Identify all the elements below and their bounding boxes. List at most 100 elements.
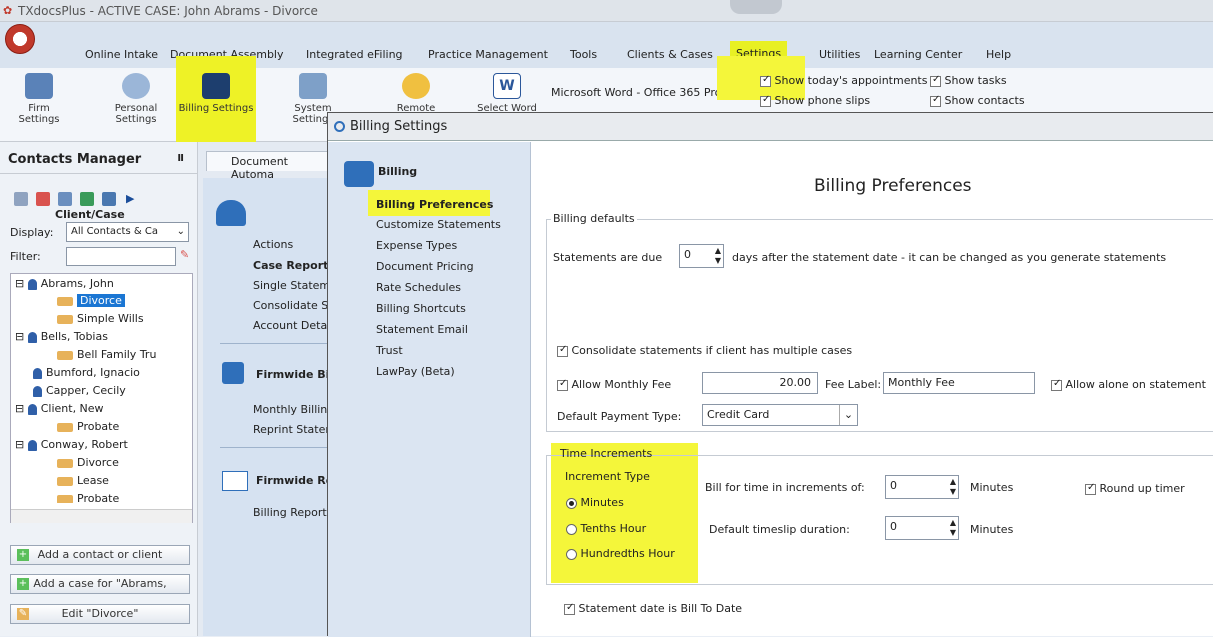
notes-icon[interactable] <box>102 192 116 206</box>
billing-defaults-label: Billing defaults <box>551 212 637 225</box>
stepper-arrows-icon[interactable]: ▲ ▼ <box>950 477 956 497</box>
consolidate-checkbox[interactable]: Consolidate statements if client has mul… <box>557 344 852 357</box>
statements-due-label: Statements are due <box>553 251 663 264</box>
contacts-header: Contacts Manager Ⅱ <box>0 152 198 174</box>
nav-expense-types[interactable]: Expense Types <box>376 239 457 252</box>
nav-lawpay[interactable]: LawPay (Beta) <box>376 365 455 378</box>
menu-billing-report[interactable]: Billing Report <box>253 506 327 519</box>
round-up-checkbox[interactable]: Round up timer <box>1085 482 1185 495</box>
statements-due-stepper[interactable]: 0 ▲ ▼ <box>679 244 724 268</box>
menu-case-reports[interactable]: Case Reports <box>253 259 335 272</box>
tree-case[interactable]: Probate <box>57 419 119 435</box>
nav-customize-statements[interactable]: Customize Statements <box>376 218 501 231</box>
billing-nav: Billing Billing Preferences Customize St… <box>328 142 531 637</box>
stepper-arrows-icon[interactable]: ▲ ▼ <box>715 246 721 266</box>
menu-integrated-efiling[interactable]: Integrated eFiling <box>303 46 406 64</box>
add-case-button[interactable]: + Add a case for "Abrams, <box>10 574 190 594</box>
menu-learning-center[interactable]: Learning Center <box>871 46 965 64</box>
menu-account-details[interactable]: Account Deta <box>253 319 327 332</box>
radio-tenths-hour[interactable]: Tenths Hour <box>566 522 646 535</box>
tree-case[interactable]: Probate <box>57 491 119 503</box>
allow-alone-checkbox[interactable]: Allow alone on statement <box>1051 378 1206 391</box>
stepper-arrows-icon[interactable]: ▲ ▼ <box>950 518 956 538</box>
client-icon <box>216 200 246 226</box>
menu-single-statement[interactable]: Single Statem <box>253 279 330 292</box>
menu-monthly-billing[interactable]: Monthly Billin <box>253 403 327 416</box>
radio-minutes[interactable]: Minutes <box>566 496 624 509</box>
menu-online-intake[interactable]: Online Intake <box>82 46 161 64</box>
clock-icon[interactable] <box>14 192 28 206</box>
word-icon: W <box>493 73 521 99</box>
show-appointments-checkbox[interactable]: Show today's appointments <box>760 74 927 87</box>
pin-icon[interactable]: Ⅱ <box>177 153 184 164</box>
statements-due-suffix: days after the statement date - it can b… <box>732 251 1167 264</box>
minutes-label: Minutes <box>970 523 1014 536</box>
tree-case[interactable]: Divorce <box>57 455 119 471</box>
firmwide-reports-heading: Firmwide Re <box>256 474 334 487</box>
nav-document-pricing[interactable]: Document Pricing <box>376 260 474 273</box>
nav-statement-email[interactable]: Statement Email <box>376 323 468 336</box>
phone-icon[interactable] <box>80 192 94 206</box>
window-title: TXdocsPlus - ACTIVE CASE: John Abrams - … <box>18 4 318 18</box>
gears-icon <box>299 73 327 99</box>
tree-case[interactable]: Lease <box>57 473 109 489</box>
default-duration-stepper[interactable]: 0 ▲ ▼ <box>885 516 959 540</box>
tree-case[interactable]: Bell Family Tru <box>57 347 156 363</box>
dollar-icon[interactable] <box>36 192 50 206</box>
person-icon <box>122 73 150 99</box>
fee-label-input[interactable]: Monthly Fee <box>883 372 1035 394</box>
menu-practice-management[interactable]: Practice Management <box>425 46 551 64</box>
nav-billing-preferences[interactable]: Billing Preferences <box>372 197 497 212</box>
time-increments-label: Time Increments <box>560 447 653 460</box>
tree-case[interactable]: Divorce <box>57 293 125 309</box>
menu-consolidate[interactable]: Consolidate S <box>253 299 328 312</box>
payment-type-select[interactable]: Credit Card ⌄ <box>702 404 858 426</box>
radio-hundredths-hour[interactable]: Hundredths Hour <box>566 547 675 560</box>
menu-actions[interactable]: Actions <box>253 238 293 251</box>
horizontal-scrollbar[interactable] <box>11 509 192 523</box>
billing-settings-button[interactable]: Billing Settings <box>176 56 256 146</box>
database-icon <box>402 73 430 99</box>
menu-utilities[interactable]: Utilities <box>816 46 863 64</box>
tab-document-automation[interactable]: Document Automa <box>206 151 331 181</box>
nav-billing-shortcuts[interactable]: Billing Shortcuts <box>376 302 466 315</box>
tree-person[interactable]: ⊟ Bells, Tobias <box>15 329 108 345</box>
tree-person[interactable]: ⊟ Abrams, John <box>15 276 114 292</box>
plus-icon: + <box>17 549 29 561</box>
app-menu-button[interactable] <box>5 24 35 54</box>
play-icon[interactable]: ▶ <box>126 192 134 205</box>
menu-tools[interactable]: Tools <box>567 46 600 64</box>
tree-person[interactable]: Bumford, Ignacio <box>33 365 140 381</box>
app-logo-icon: ✿ <box>3 4 13 17</box>
personal-settings-button[interactable]: Personal Settings <box>105 70 167 138</box>
nav-trust[interactable]: Trust <box>376 344 403 357</box>
firm-settings-button[interactable]: Firm Settings <box>8 70 70 138</box>
nav-rate-schedules[interactable]: Rate Schedules <box>376 281 461 294</box>
calendar-icon[interactable] <box>58 192 72 206</box>
monthly-fee-input[interactable]: 20.00 <box>702 372 818 394</box>
payment-type-label: Default Payment Type: <box>557 410 682 423</box>
display-select[interactable]: All Contacts & Ca ⌄ <box>66 222 189 242</box>
tree-case[interactable]: Simple Wills <box>57 311 144 327</box>
increment-type-label: Increment Type <box>565 470 650 483</box>
eraser-icon[interactable]: ✎ <box>180 248 189 261</box>
menu-reprint-statements[interactable]: Reprint Stater <box>253 423 330 436</box>
tree-person[interactable]: ⊟ Conway, Robert <box>15 437 128 453</box>
statement-date-checkbox[interactable]: Statement date is Bill To Date <box>564 602 742 615</box>
add-contact-button[interactable]: + Add a contact or client <box>10 545 190 565</box>
bill-increments-label: Bill for time in increments of: <box>705 481 865 494</box>
menu-help[interactable]: Help <box>983 46 1014 64</box>
bill-increments-stepper[interactable]: 0 ▲ ▼ <box>885 475 959 499</box>
tree-person[interactable]: Capper, Cecily <box>33 383 126 399</box>
menu-clients-cases[interactable]: Clients & Cases <box>624 46 716 64</box>
dialog-titlebar: Billing Settings <box>328 113 1213 141</box>
edit-case-button[interactable]: ✎ Edit "Divorce" <box>10 604 190 624</box>
show-contacts-checkbox[interactable]: Show contacts <box>930 94 1025 107</box>
filter-input[interactable] <box>66 247 176 266</box>
title-bar: ✿ TXdocsPlus - ACTIVE CASE: John Abrams … <box>0 0 1213 22</box>
show-phone-checkbox[interactable]: Show phone slips <box>760 94 870 107</box>
contacts-tree: ⊟ Abrams, John Divorce Simple Wills ⊟ Be… <box>10 273 193 523</box>
tree-person[interactable]: ⊟ Client, New <box>15 401 104 417</box>
show-tasks-checkbox[interactable]: Show tasks <box>930 74 1007 87</box>
allow-monthly-checkbox[interactable]: Allow Monthly Fee <box>557 378 671 391</box>
